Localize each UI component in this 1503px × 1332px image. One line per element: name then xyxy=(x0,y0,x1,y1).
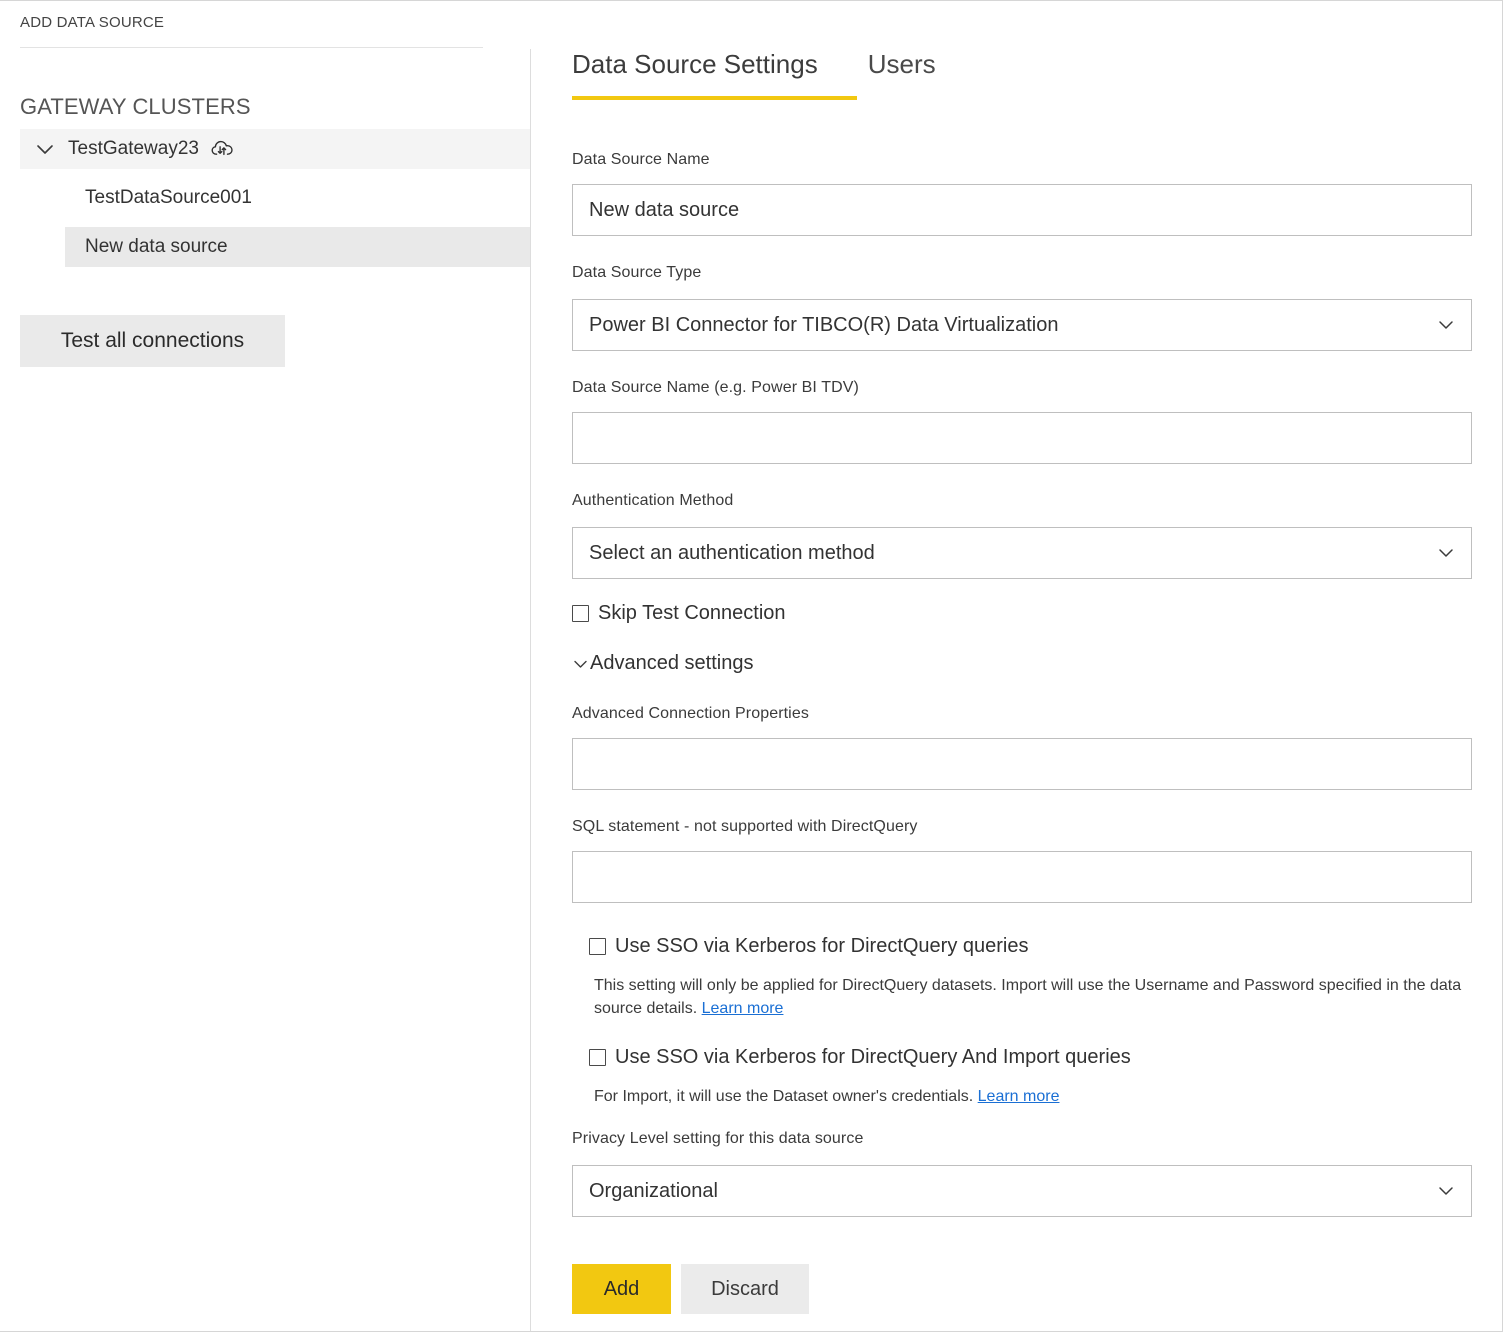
tab-bar: Data Source Settings Users xyxy=(572,49,936,92)
data-source-item-selected[interactable]: New data source xyxy=(65,227,530,267)
gateway-cluster-label: TestGateway23 xyxy=(68,138,199,160)
data-source-type-dropdown[interactable]: Power BI Connector for TIBCO(R) Data Vir… xyxy=(572,299,1472,351)
sso-directquery-description: This setting will only be applied for Di… xyxy=(594,975,1484,1020)
data-source-type-value: Power BI Connector for TIBCO(R) Data Vir… xyxy=(589,314,1427,337)
data-source-label: New data source xyxy=(85,236,228,258)
advanced-connection-properties-label: Advanced Connection Properties xyxy=(572,705,809,723)
gateway-sidebar: ADD DATA SOURCE GATEWAY CLUSTERS TestGat… xyxy=(0,1,531,1332)
tab-data-source-settings[interactable]: Data Source Settings xyxy=(572,49,818,92)
sso-directquery-import-checkbox-row[interactable]: Use SSO via Kerberos for DirectQuery And… xyxy=(589,1046,1131,1069)
skip-test-connection-label: Skip Test Connection xyxy=(598,602,786,625)
skip-test-connection-checkbox-row[interactable]: Skip Test Connection xyxy=(572,602,786,625)
privacy-level-value: Organizational xyxy=(589,1180,1427,1203)
sso-directquery-import-description-text: For Import, it will use the Dataset owne… xyxy=(594,1088,973,1105)
test-all-connections-button[interactable]: Test all connections xyxy=(20,315,285,367)
sso-directquery-checkbox-row[interactable]: Use SSO via Kerberos for DirectQuery que… xyxy=(589,935,1029,958)
header-divider xyxy=(20,47,483,48)
advanced-settings-label: Advanced settings xyxy=(590,652,753,675)
chevron-down-icon[interactable] xyxy=(572,655,589,672)
data-source-item[interactable]: TestDataSource001 xyxy=(65,178,530,218)
discard-button[interactable]: Discard xyxy=(681,1264,809,1314)
chevron-down-icon[interactable] xyxy=(1437,1182,1455,1200)
authentication-method-dropdown[interactable]: Select an authentication method xyxy=(572,527,1472,579)
add-button[interactable]: Add xyxy=(572,1264,671,1314)
sso-directquery-import-description: For Import, it will use the Dataset owne… xyxy=(594,1086,1484,1109)
chevron-down-icon[interactable] xyxy=(34,138,56,160)
advanced-settings-toggle[interactable]: Advanced settings xyxy=(572,652,753,675)
gateway-clusters-heading: GATEWAY CLUSTERS xyxy=(20,94,251,120)
sso-directquery-import-label: Use SSO via Kerberos for DirectQuery And… xyxy=(615,1046,1131,1069)
active-tab-indicator xyxy=(572,96,857,100)
data-source-name-input[interactable] xyxy=(572,184,1472,236)
checkbox-icon[interactable] xyxy=(589,938,606,955)
data-source-name-label: Data Source Name xyxy=(572,151,710,169)
data-source-type-label: Data Source Type xyxy=(572,264,701,282)
checkbox-icon[interactable] xyxy=(572,605,589,622)
cloud-sync-icon xyxy=(210,138,236,160)
authentication-method-label: Authentication Method xyxy=(572,492,733,510)
data-source-settings-panel: Data Source Settings Users Data Source N… xyxy=(531,1,1502,1332)
tdv-name-label: Data Source Name (e.g. Power BI TDV) xyxy=(572,379,859,397)
sql-statement-input[interactable] xyxy=(572,851,1472,903)
sso-directquery-label: Use SSO via Kerberos for DirectQuery que… xyxy=(615,935,1029,958)
chevron-down-icon[interactable] xyxy=(1437,316,1455,334)
advanced-connection-properties-input[interactable] xyxy=(572,738,1472,790)
authentication-method-value: Select an authentication method xyxy=(589,542,1427,565)
privacy-level-dropdown[interactable]: Organizational xyxy=(572,1165,1472,1217)
privacy-level-label: Privacy Level setting for this data sour… xyxy=(572,1130,863,1148)
sso-directquery-import-learn-more-link[interactable]: Learn more xyxy=(978,1088,1060,1105)
sql-statement-label: SQL statement - not supported with Direc… xyxy=(572,818,918,836)
data-source-label: TestDataSource001 xyxy=(85,187,252,209)
sso-directquery-learn-more-link[interactable]: Learn more xyxy=(702,1000,784,1017)
page-title: ADD DATA SOURCE xyxy=(20,14,164,31)
gateway-cluster-item[interactable]: TestGateway23 xyxy=(20,129,530,169)
tdv-name-input[interactable] xyxy=(572,412,1472,464)
checkbox-icon[interactable] xyxy=(589,1049,606,1066)
chevron-down-icon[interactable] xyxy=(1437,544,1455,562)
tab-users[interactable]: Users xyxy=(868,49,936,92)
add-data-source-page: ADD DATA SOURCE GATEWAY CLUSTERS TestGat… xyxy=(0,0,1503,1332)
